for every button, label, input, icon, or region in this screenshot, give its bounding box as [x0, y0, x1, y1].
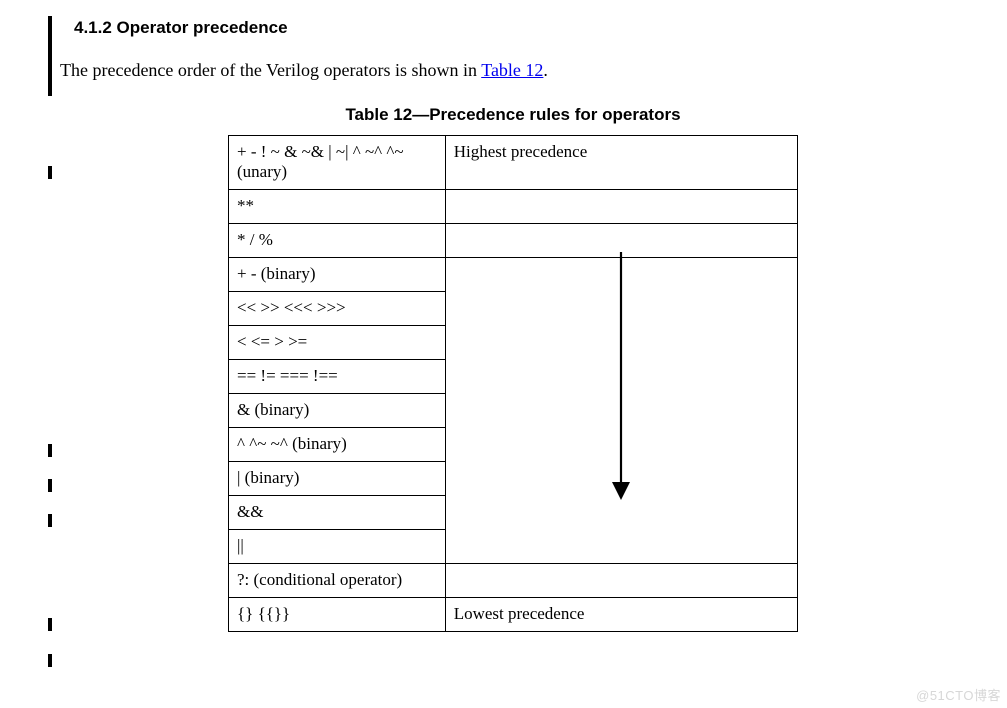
down-arrow-icon [608, 248, 634, 506]
precedence-empty-cell [445, 190, 797, 224]
change-bar [48, 16, 52, 96]
intro-text-post: . [543, 60, 548, 80]
section-heading: 4.1.2 Operator precedence [74, 18, 960, 38]
operator-cell: + - (binary) [229, 258, 446, 292]
table-row: + - (binary) [229, 258, 798, 292]
table-row: ?: (conditional operator) [229, 564, 798, 598]
change-tick [48, 514, 52, 527]
change-tick [48, 444, 52, 457]
precedence-empty-cell [445, 564, 797, 598]
change-tick [48, 654, 52, 667]
operator-cell: << >> <<< >>> [229, 292, 446, 326]
intro-text-pre: The precedence order of the Verilog oper… [60, 60, 481, 80]
table-row: ** [229, 190, 798, 224]
precedence-arrow-cell [445, 258, 797, 564]
operator-cell: == != === !== [229, 360, 446, 394]
operator-cell: | (binary) [229, 462, 446, 496]
table-row: + - ! ~ & ~& | ~| ^ ~^ ^~ (unary) Highes… [229, 136, 798, 190]
change-tick [48, 618, 52, 631]
operator-cell: < <= > >= [229, 326, 446, 360]
operator-cell: + - ! ~ & ~& | ~| ^ ~^ ^~ (unary) [229, 136, 446, 190]
operator-cell: && [229, 496, 446, 530]
table-caption: Table 12—Precedence rules for operators [228, 105, 798, 125]
operator-cell: || [229, 530, 446, 564]
operator-cell: ^ ^~ ~^ (binary) [229, 428, 446, 462]
table-row: {} {{}} Lowest precedence [229, 598, 798, 632]
precedence-label-cell: Lowest precedence [445, 598, 797, 632]
operator-cell: & (binary) [229, 394, 446, 428]
precedence-label-cell: Highest precedence [445, 136, 797, 190]
operator-cell: ** [229, 190, 446, 224]
page: 4.1.2 Operator precedence The precedence… [60, 18, 960, 632]
precedence-empty-cell [445, 224, 797, 258]
intro-paragraph: The precedence order of the Verilog oper… [60, 60, 960, 81]
change-tick [48, 479, 52, 492]
table-link[interactable]: Table 12 [481, 60, 543, 80]
operator-cell: * / % [229, 224, 446, 258]
table-row: * / % [229, 224, 798, 258]
change-tick [48, 166, 52, 179]
watermark: @51CTO博客 [916, 685, 1001, 704]
precedence-table: + - ! ~ & ~& | ~| ^ ~^ ^~ (unary) Highes… [228, 135, 798, 632]
operator-cell: ?: (conditional operator) [229, 564, 446, 598]
operator-cell: {} {{}} [229, 598, 446, 632]
